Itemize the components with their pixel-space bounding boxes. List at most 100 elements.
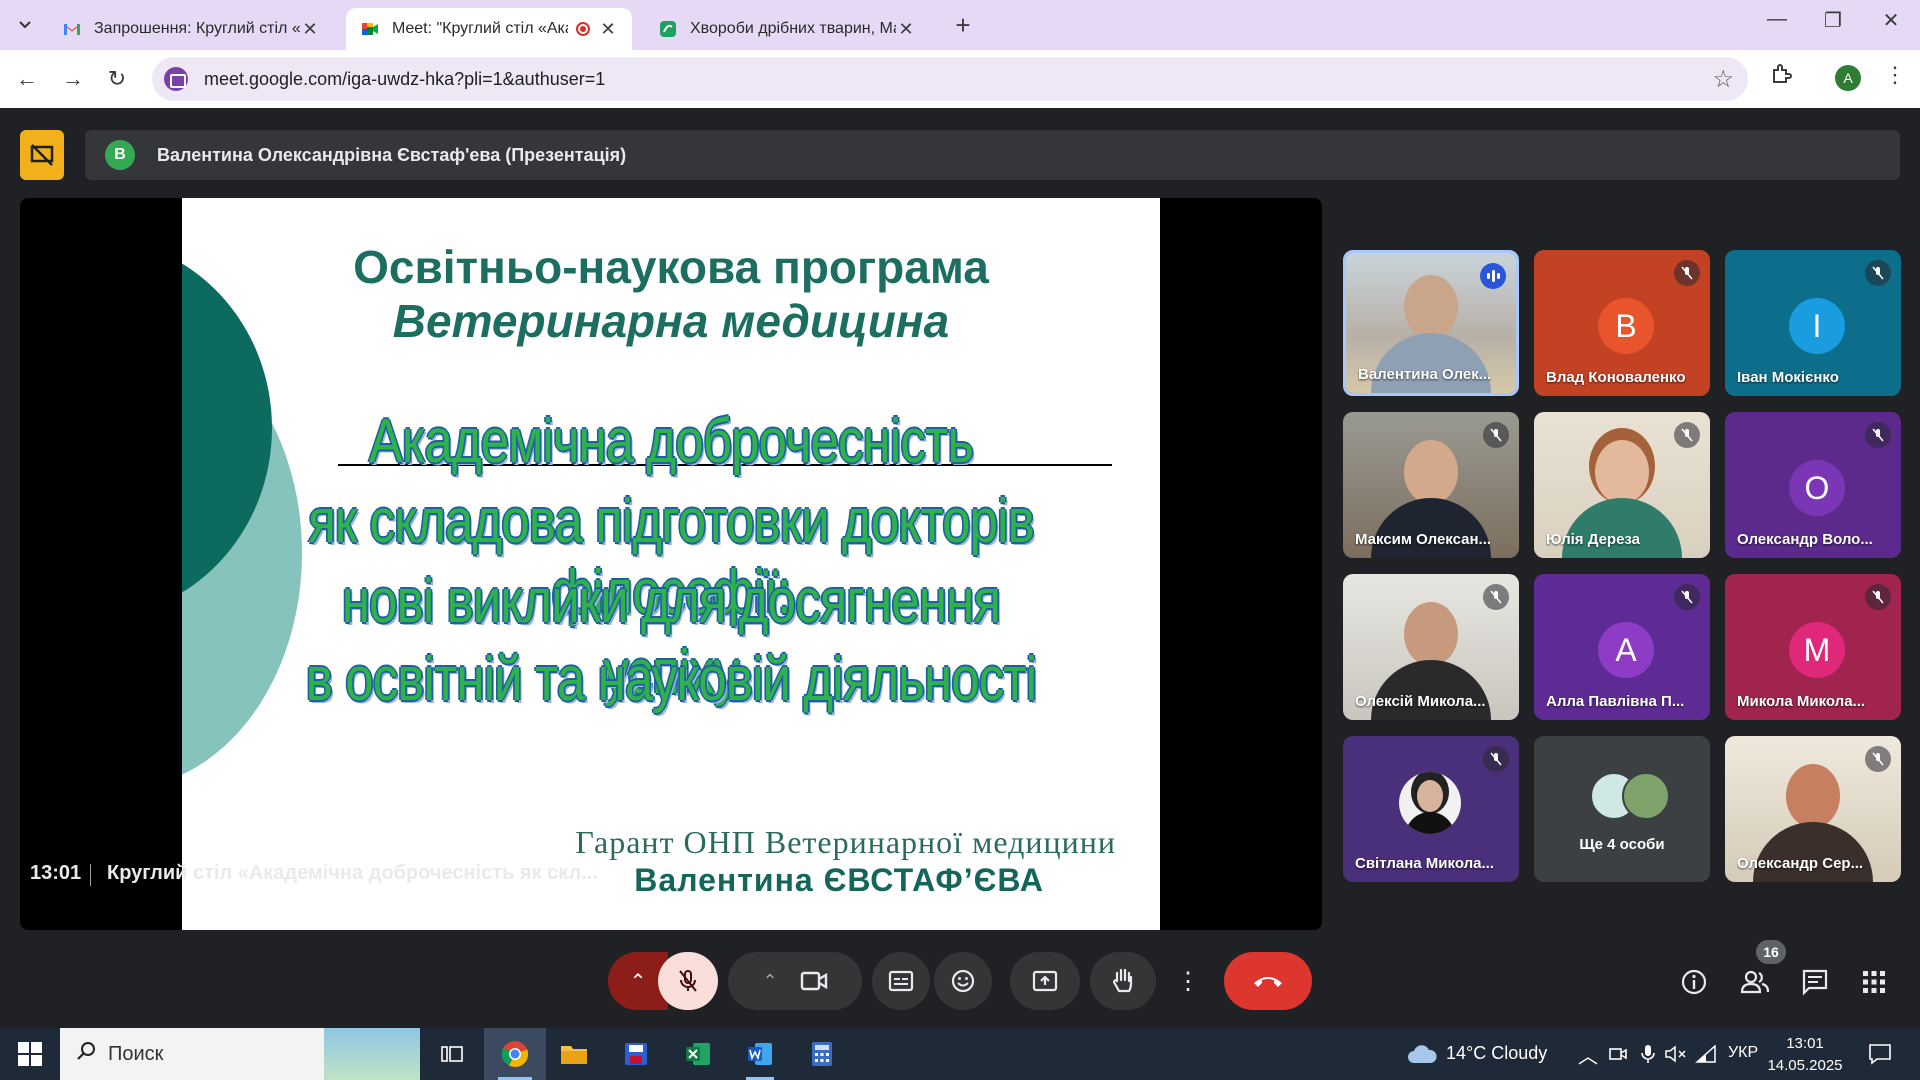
people-button[interactable] xyxy=(1735,962,1775,1002)
back-arrow-icon[interactable]: ← xyxy=(10,62,44,96)
present-screen-button[interactable] xyxy=(1010,952,1080,1010)
mic-off-icon xyxy=(1674,260,1700,286)
captions-button[interactable] xyxy=(872,952,930,1010)
tab-title: Meet: "Круглий стіл «Акаде xyxy=(392,20,568,37)
close-window-button[interactable]: ✕ xyxy=(1866,8,1916,33)
presenter-avatar: B xyxy=(105,140,135,170)
new-tab-button[interactable]: + xyxy=(948,10,978,41)
slide-guarantor: Гарант ОНП Ветеринарної медицини xyxy=(575,824,1116,860)
reload-icon[interactable]: ↻ xyxy=(100,62,134,96)
tab-gmail[interactable]: Запрошення: Круглий стіл «Ак ✕ xyxy=(48,8,334,50)
tab-search-button[interactable] xyxy=(12,12,38,38)
reactions-button[interactable] xyxy=(934,952,992,1010)
leave-call-button[interactable] xyxy=(1224,952,1312,1010)
site-info-icon[interactable] xyxy=(164,67,188,91)
windows-taskbar: Поиск 14°C Cloudy ︿ УКР 13:01 14.05.2025 xyxy=(0,1028,1920,1080)
participant-tile[interactable]: M Микола Микола... xyxy=(1725,574,1901,720)
taskbar-time: 13:01 xyxy=(1786,1035,1824,1052)
participant-tile[interactable]: O Олександр Воло... xyxy=(1725,412,1901,558)
close-icon[interactable]: ✕ xyxy=(598,19,618,40)
tab-title: Запрошення: Круглий стіл «Ак xyxy=(94,20,300,37)
tray-chevron-icon[interactable]: ︿ xyxy=(1578,1040,1598,1069)
extensions-icon[interactable] xyxy=(1766,62,1796,92)
tab-meet[interactable]: Meet: "Круглий стіл «Акаде ✕ xyxy=(346,8,632,50)
save-app-icon[interactable] xyxy=(616,1036,656,1072)
taskbar-search[interactable]: Поиск xyxy=(60,1028,420,1080)
participant-tile[interactable]: B Влад Коноваленко xyxy=(1534,250,1710,396)
raise-hand-button[interactable] xyxy=(1090,952,1156,1010)
excel-icon[interactable] xyxy=(678,1036,718,1072)
more-vert-icon: ⋮ xyxy=(1176,967,1200,995)
bookmark-star-icon[interactable]: ☆ xyxy=(1712,65,1734,94)
participant-name: Олександр Воло... xyxy=(1737,531,1873,548)
notifications-icon[interactable] xyxy=(1860,1036,1900,1072)
address-bar[interactable]: meet.google.com/iga-uwdz-hka?pli=1&authu… xyxy=(152,57,1748,101)
more-participants-label: Ще 4 особи xyxy=(1579,836,1665,853)
calculator-icon[interactable] xyxy=(802,1036,842,1072)
participant-name: Максим Олексан... xyxy=(1355,531,1492,548)
task-view-icon[interactable] xyxy=(432,1036,472,1072)
network-icon[interactable] xyxy=(1686,1036,1726,1072)
activities-button[interactable] xyxy=(1854,962,1894,1002)
presentation-icon[interactable] xyxy=(20,130,64,180)
more-participants-avatars xyxy=(1590,772,1670,822)
windows-start-icon[interactable] xyxy=(18,1042,42,1066)
tab-title: Хвороби дрібних тварин, Магі xyxy=(690,20,896,37)
forward-arrow-icon[interactable]: → xyxy=(56,62,90,96)
hand-icon xyxy=(1112,968,1133,993)
present-icon xyxy=(1032,970,1058,992)
slide-heading-line: Академічна доброчесність xyxy=(368,407,974,476)
weather-text[interactable]: 14°C Cloudy xyxy=(1446,1043,1547,1064)
mic-off-icon xyxy=(1483,584,1509,610)
taskbar-chrome-button[interactable] xyxy=(484,1028,546,1080)
tab-strip: Запрошення: Круглий стіл «Ак ✕ Meet: "Кр… xyxy=(0,0,1920,50)
minimize-button[interactable]: — xyxy=(1752,8,1802,31)
word-icon[interactable] xyxy=(740,1036,780,1080)
emoji-icon xyxy=(951,969,975,993)
presentation-stage: Освітньо-наукова програма Ветеринарна ме… xyxy=(20,198,1322,930)
mic-off-icon xyxy=(1865,422,1891,448)
people-icon xyxy=(1740,970,1770,994)
mic-toggle-button[interactable] xyxy=(658,952,718,1010)
participant-name: Олексій Микола... xyxy=(1355,693,1486,710)
taskbar-date: 14.05.2025 xyxy=(1767,1057,1843,1074)
taskbar-clock[interactable]: 13:01 14.05.2025 xyxy=(1760,1033,1850,1077)
participant-tile[interactable]: Максим Олексан... xyxy=(1343,412,1519,558)
url-text[interactable]: meet.google.com/iga-uwdz-hka?pli=1&authu… xyxy=(204,69,605,90)
meet-area: B Валентина Олександрівна Євстаф'ева (Пр… xyxy=(0,108,1920,1028)
close-icon[interactable]: ✕ xyxy=(896,19,916,40)
restore-button[interactable]: ❐ xyxy=(1808,8,1858,33)
more-options-button[interactable]: ⋮ xyxy=(1162,952,1214,1010)
mic-off-icon xyxy=(1674,584,1700,610)
participant-tile[interactable]: Олексій Микола... xyxy=(1343,574,1519,720)
participant-name: Світлана Микола... xyxy=(1355,855,1494,872)
participant-name: Микола Микола... xyxy=(1737,693,1866,710)
participant-tile[interactable]: Світлана Микола... xyxy=(1343,736,1519,882)
profile-avatar[interactable]: A xyxy=(1835,65,1861,91)
participant-tile[interactable]: Олександр Сер... xyxy=(1725,736,1901,882)
slide-program-subtitle: Ветеринарна медицина xyxy=(392,295,950,347)
mic-off-icon xyxy=(1865,260,1891,286)
apps-grid-icon xyxy=(1863,971,1885,993)
video-options-icon[interactable]: ⌃ xyxy=(762,971,777,992)
tab-sheets[interactable]: Хвороби дрібних тварин, Магі ✕ xyxy=(644,8,930,50)
participant-tile[interactable]: Юлія Дереза xyxy=(1534,412,1710,558)
search-placeholder: Поиск xyxy=(108,1042,164,1065)
meeting-info-button[interactable] xyxy=(1674,962,1714,1002)
file-explorer-icon[interactable] xyxy=(554,1036,594,1072)
more-participants-tile[interactable]: Ще 4 особи xyxy=(1534,736,1710,882)
participant-tile[interactable]: Валентина Олек... xyxy=(1343,250,1519,396)
weather-cloud-icon[interactable] xyxy=(1402,1036,1442,1072)
browser-toolbar: ← → ↻ meet.google.com/iga-uwdz-hka?pli=1… xyxy=(0,50,1920,108)
presenter-name: Валентина Олександрівна Євстаф'ева (През… xyxy=(157,144,627,165)
browser-menu-icon[interactable]: ⋮ xyxy=(1884,62,1906,88)
camera-control[interactable]: ⌃ xyxy=(728,952,862,1010)
participant-tile[interactable]: I Іван Мокієнко xyxy=(1725,250,1901,396)
participant-tile[interactable]: A Алла Павлівна П... xyxy=(1534,574,1710,720)
sheets-icon xyxy=(660,21,676,37)
camera-icon xyxy=(800,971,827,991)
chat-button[interactable] xyxy=(1795,962,1835,1002)
participant-avatar: O xyxy=(1789,460,1845,516)
input-language[interactable]: УКР xyxy=(1728,1044,1758,1062)
close-icon[interactable]: ✕ xyxy=(300,19,320,40)
